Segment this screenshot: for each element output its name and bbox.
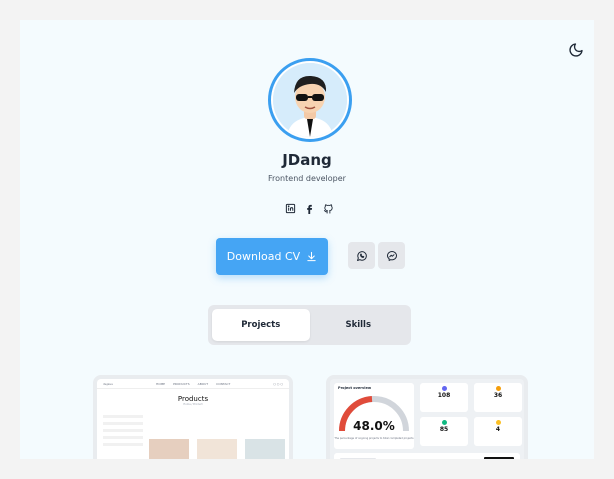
shop-preview-nav-icons: ○ ○ ○ (273, 381, 283, 386)
download-cv-button[interactable]: Download CV (216, 238, 328, 275)
shop-preview-nav-item: ABOUT (197, 381, 209, 386)
shop-preview-product-image (197, 439, 237, 459)
avatar (268, 58, 352, 142)
shop-preview-subtitle: Home / Product (183, 403, 203, 406)
download-cv-label: Download CV (226, 250, 301, 263)
whatsapp-icon (356, 250, 367, 261)
shop-preview-filters (103, 415, 143, 450)
shop-preview-product-image (245, 439, 285, 459)
stat-value: 108 (437, 392, 451, 399)
profile-name: JDang (282, 151, 332, 169)
shop-preview: dejavu HOME PRODUCTS ABOUT CONTACT ○ ○ ○… (97, 379, 289, 459)
github-link[interactable] (322, 202, 334, 214)
shop-preview-nav-item: HOME (155, 381, 166, 386)
stat-value: 4 (495, 426, 501, 433)
stat-dot (495, 386, 501, 391)
whatsapp-button[interactable] (348, 242, 375, 269)
project-card-dashboard[interactable]: Project overview 48.0% The percentage of… (326, 375, 528, 459)
shop-preview-nav-item: CONTACT (216, 381, 231, 386)
facebook-icon (306, 204, 312, 214)
shop-preview-brand: dejavu (103, 381, 114, 386)
avatar-image (273, 63, 347, 137)
table-search-preview (340, 458, 376, 459)
section-tabs: Projects Skills (208, 305, 411, 345)
shop-preview-nav: dejavu HOME PRODUCTS ABOUT CONTACT ○ ○ ○ (97, 379, 289, 389)
profile-role: Frontend developer (268, 174, 346, 183)
stat-card: 4 (474, 417, 522, 446)
stat-value: 36 (493, 392, 503, 399)
github-icon (323, 203, 333, 214)
stat-value: 85 (439, 426, 449, 433)
social-links (284, 202, 334, 214)
shop-preview-title: Products (177, 395, 209, 403)
messenger-button[interactable] (378, 242, 405, 269)
messenger-icon (386, 250, 397, 261)
dashboard-table-preview (334, 453, 520, 459)
download-icon (307, 251, 316, 262)
moon-icon (569, 43, 583, 57)
facebook-link[interactable] (303, 202, 315, 214)
linkedin-icon (285, 203, 295, 213)
theme-toggle-button[interactable] (568, 42, 584, 58)
portfolio-page: JDang Frontend developer Download CV Pro… (20, 20, 594, 459)
stat-dot (495, 420, 501, 425)
shop-preview-nav-item: PRODUCTS (173, 381, 190, 386)
tab-skills[interactable]: Skills (310, 309, 408, 341)
shop-preview-product-image (149, 439, 189, 459)
linkedin-link[interactable] (284, 202, 296, 214)
project-overview-card: Project overview 48.0% The percentage of… (334, 383, 414, 449)
stat-card: 36 (474, 383, 522, 412)
stat-card: 108 (420, 383, 468, 412)
overview-title: Project overview (338, 386, 372, 390)
dashboard-preview: Project overview 48.0% The percentage of… (330, 379, 524, 459)
project-card-shop[interactable]: dejavu HOME PRODUCTS ABOUT CONTACT ○ ○ ○… (93, 375, 293, 459)
stat-dot (441, 420, 447, 425)
tab-projects[interactable]: Projects (212, 309, 310, 341)
stat-dot (441, 386, 447, 391)
overview-value: 48.0% (353, 419, 395, 433)
stat-card: 85 (420, 417, 468, 446)
table-action-preview (484, 457, 514, 459)
overview-caption: The percentage of ongoing projects to to… (334, 437, 414, 440)
